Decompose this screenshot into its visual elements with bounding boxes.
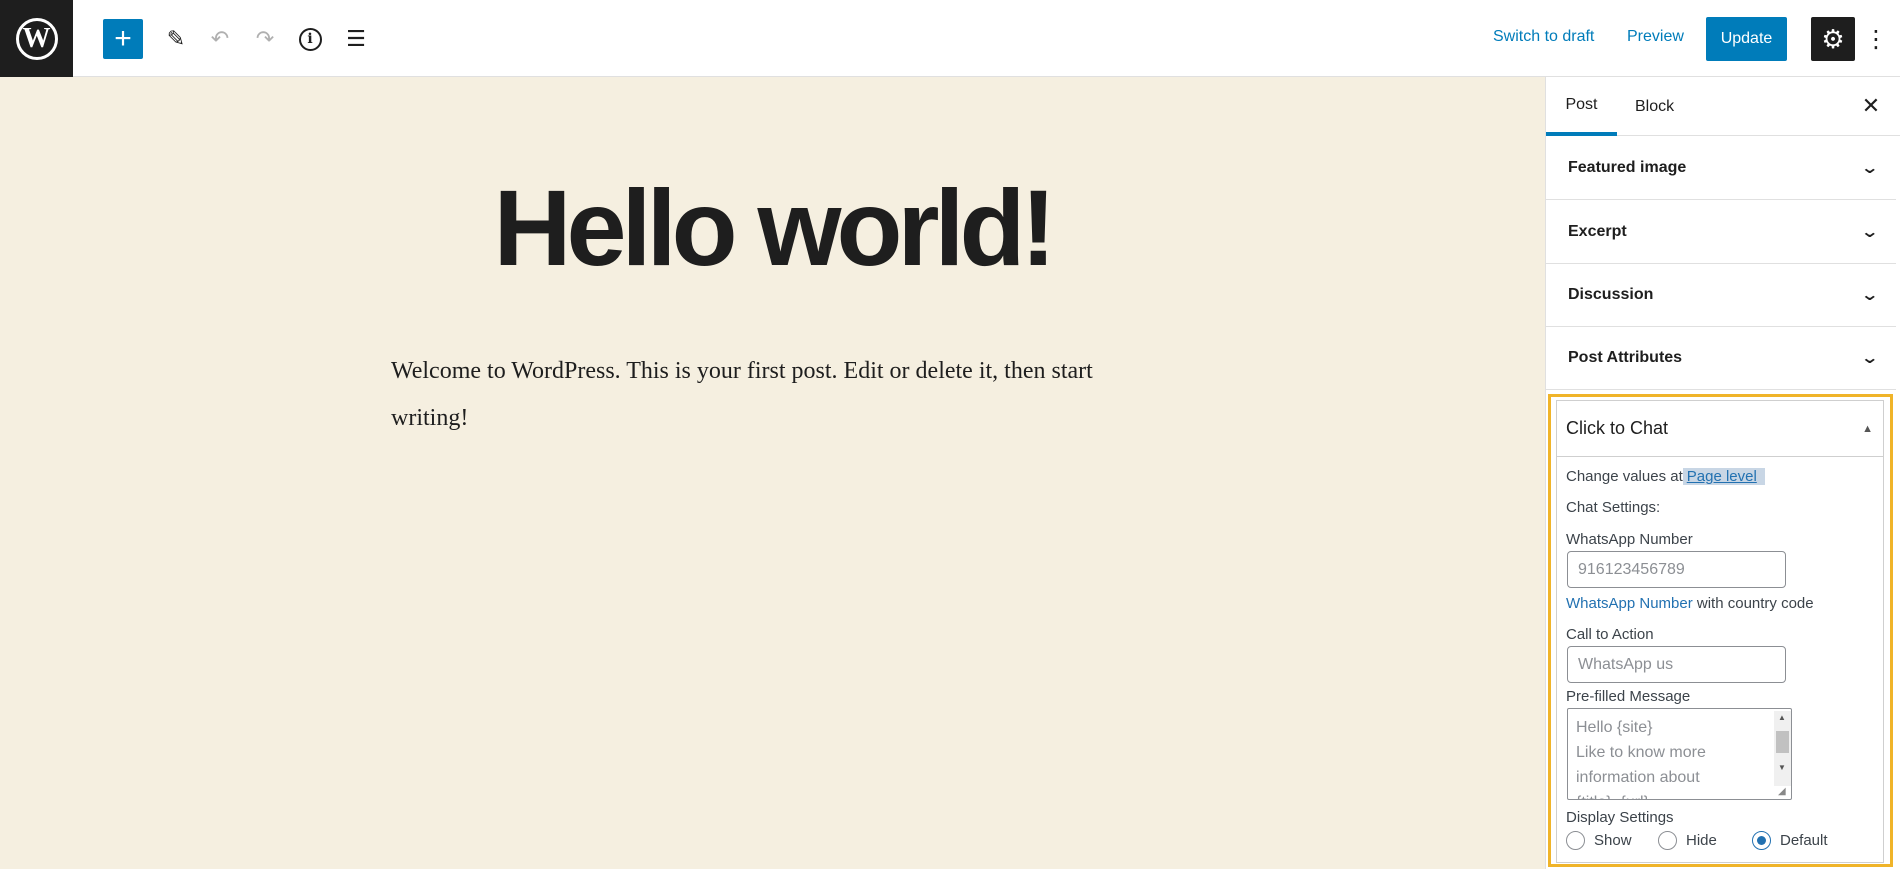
click-to-chat-title: Click to Chat xyxy=(1566,418,1669,438)
call-to-action-label: Call to Action xyxy=(1566,626,1654,643)
post-title[interactable]: Hello world! xyxy=(0,165,1545,290)
change-values-text: Change values at xyxy=(1566,468,1683,485)
prefilled-message-label: Pre-filled Message xyxy=(1566,688,1691,705)
radio-show[interactable] xyxy=(1566,831,1585,850)
switch-to-draft-button[interactable]: Switch to draft xyxy=(1493,28,1594,46)
radio-default-label: Default xyxy=(1780,832,1828,849)
radio-hide-label: Hide xyxy=(1686,832,1717,849)
display-settings-label: Display Settings xyxy=(1566,809,1674,826)
update-button[interactable]: Update xyxy=(1706,17,1787,61)
click-to-chat-header[interactable]: Click to Chat ▲ xyxy=(1557,401,1883,457)
chevron-down-icon: ⌄ xyxy=(1859,287,1879,304)
radio-show-label: Show xyxy=(1594,832,1632,849)
whatsapp-number-help-link[interactable]: WhatsApp Number xyxy=(1566,595,1693,612)
whatsapp-number-label: WhatsApp Number xyxy=(1566,531,1693,548)
prefilled-message-textarea[interactable]: Hello {site} Like to know more informati… xyxy=(1567,708,1792,800)
whatsapp-number-help: WhatsApp Number with country code xyxy=(1566,595,1814,612)
resize-grip-icon[interactable]: ◢ xyxy=(1778,786,1786,797)
scroll-thumb[interactable] xyxy=(1776,731,1789,753)
panel-label: Excerpt xyxy=(1568,223,1627,240)
prefilled-message-placeholder: Hello {site} Like to know more informati… xyxy=(1576,719,1706,799)
scroll-down-icon[interactable]: ▼ xyxy=(1778,763,1786,772)
wordpress-logo-icon: W xyxy=(15,17,58,60)
chevron-down-icon: ⌄ xyxy=(1859,350,1879,367)
textarea-scrollbar[interactable]: ▲ ▼ xyxy=(1774,711,1791,786)
post-paragraph[interactable]: Welcome to WordPress. This is your first… xyxy=(391,348,1131,442)
scroll-up-icon[interactable]: ▲ xyxy=(1778,713,1786,722)
click-to-chat-panel: Click to Chat ▲ Change values at Page lev… xyxy=(1556,400,1884,863)
more-options-icon[interactable]: ⋮ xyxy=(1864,19,1888,59)
click-to-chat-metabox: Click to Chat ▲ Change values at Page lev… xyxy=(1548,394,1893,867)
radio-default[interactable] xyxy=(1752,831,1771,850)
whatsapp-number-help-text: with country code xyxy=(1696,595,1814,612)
panel-label: Discussion xyxy=(1568,286,1654,303)
editor-toolbar: W + ✎ ↶ ↷ i ☰ Switch to draft Preview Up… xyxy=(0,0,1900,77)
add-block-button[interactable]: + xyxy=(103,19,143,59)
settings-gear-icon[interactable]: ⚙ xyxy=(1811,17,1855,61)
whatsapp-number-input[interactable]: 916123456789 xyxy=(1567,551,1786,588)
panel-excerpt[interactable]: Excerpt ⌄ xyxy=(1546,201,1896,264)
panel-discussion[interactable]: Discussion ⌄ xyxy=(1546,264,1896,327)
page-level-link[interactable]: Page level xyxy=(1682,468,1765,485)
tools-pen-icon[interactable]: ✎ xyxy=(156,19,196,59)
panel-post-attributes[interactable]: Post Attributes ⌄ xyxy=(1546,327,1896,390)
display-hide-option[interactable]: Hide xyxy=(1658,831,1717,850)
radio-hide[interactable] xyxy=(1658,831,1677,850)
list-view-icon[interactable]: ☰ xyxy=(336,19,376,59)
undo-icon[interactable]: ↶ xyxy=(200,19,240,59)
call-to-action-input[interactable]: WhatsApp us xyxy=(1567,646,1786,683)
display-show-option[interactable]: Show xyxy=(1566,831,1632,850)
chat-settings-label: Chat Settings: xyxy=(1566,499,1661,516)
editor-canvas: Hello world! Welcome to WordPress. This … xyxy=(0,77,1545,869)
tab-post[interactable]: Post xyxy=(1546,77,1617,136)
panel-label: Post Attributes xyxy=(1568,349,1683,366)
display-default-option[interactable]: Default xyxy=(1752,831,1828,850)
wordpress-logo-button[interactable]: W xyxy=(0,0,73,77)
redo-icon[interactable]: ↷ xyxy=(245,19,285,59)
change-values-row: Change values at Page level xyxy=(1566,468,1765,485)
collapse-triangle-icon[interactable]: ▲ xyxy=(1862,423,1873,435)
sidebar-tabs: Post Block ✕ xyxy=(1546,77,1900,136)
close-sidebar-icon[interactable]: ✕ xyxy=(1856,91,1886,121)
details-info-button[interactable]: i xyxy=(290,19,330,59)
preview-button[interactable]: Preview xyxy=(1627,28,1684,46)
info-icon: i xyxy=(298,27,322,51)
panel-label: Featured image xyxy=(1568,159,1687,176)
tab-block[interactable]: Block xyxy=(1615,77,1694,136)
chevron-down-icon: ⌄ xyxy=(1859,224,1879,241)
panel-featured-image[interactable]: Featured image ⌄ xyxy=(1546,137,1896,200)
chevron-down-icon: ⌄ xyxy=(1859,160,1879,177)
